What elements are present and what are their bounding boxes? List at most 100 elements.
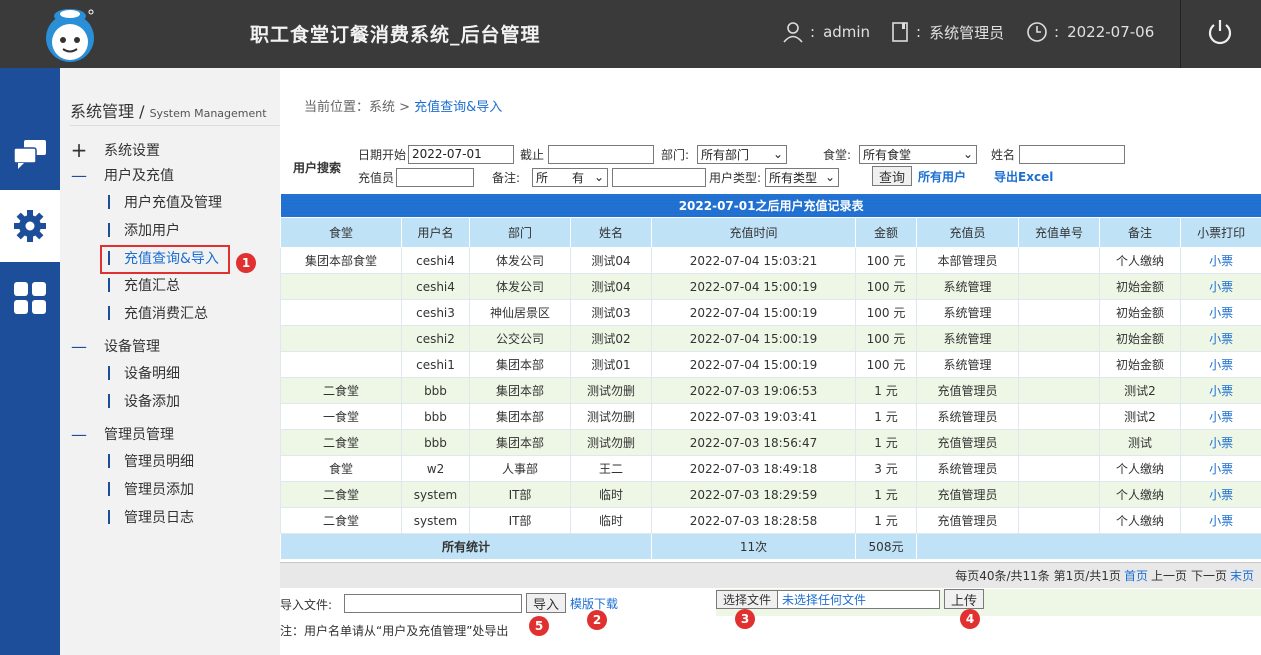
- table-cell: bbb: [401, 403, 470, 430]
- recharge-records-table: 2022-07-01之后用户充值记录表 食堂 用户名 部门 姓名 充值时间 金额 充值员 充值…: [279, 193, 1261, 560]
- table-cell: 神仙居景区: [469, 299, 571, 326]
- upload-button[interactable]: 上传: [944, 589, 985, 609]
- table-cell: 二食堂: [280, 481, 402, 508]
- remark-input[interactable]: [612, 167, 707, 187]
- power-icon[interactable]: [1205, 17, 1235, 47]
- table-cell: 小票: [1179, 403, 1261, 430]
- date-end-input[interactable]: [548, 144, 655, 164]
- summary-cell: [915, 533, 1261, 560]
- breadcrumb: 当前位置：系统 > 充值查询&导入: [304, 96, 502, 115]
- sidebar-group-users-recharge[interactable]: — 用户及充值: [70, 165, 174, 185]
- date-end-field: 截止: [520, 144, 655, 164]
- sidebar-item-admin-add[interactable]: 管理员添加: [108, 479, 194, 499]
- table-cell: 2022-07-03 18:56:47: [651, 429, 856, 456]
- table-cell: 个人缴纳: [1099, 507, 1181, 534]
- print-receipt-link[interactable]: 小票: [1209, 358, 1233, 372]
- query-button[interactable]: 查询: [872, 166, 913, 186]
- pagination: 每页40条/共11条 第1页/共1页 首页 上一页 下一页 末页: [280, 562, 1261, 588]
- print-receipt-link[interactable]: 小票: [1209, 254, 1233, 268]
- role-label: :: [916, 23, 922, 41]
- breadcrumb-current[interactable]: 充值查询&导入: [414, 100, 502, 115]
- name-input[interactable]: [1019, 144, 1126, 164]
- item-bar: [108, 366, 110, 380]
- dept-select[interactable]: 所有部门 ⌄: [697, 144, 788, 164]
- import-actions: 导入 模版下载: [344, 593, 618, 613]
- choose-file-button[interactable]: 选择文件: [716, 589, 779, 609]
- export-excel-link[interactable]: 导出Excel: [994, 168, 1053, 185]
- import-file-input[interactable]: [344, 593, 522, 613]
- rail-apps[interactable]: [0, 262, 60, 334]
- column-header: 用户名: [401, 217, 470, 248]
- search-title: 用户搜索: [293, 161, 342, 175]
- sidebar-item-admin-log[interactable]: 管理员日志: [108, 507, 194, 527]
- sidebar-item-label: 管理员明细: [124, 454, 194, 470]
- prev-page[interactable]: 上一页: [1151, 567, 1187, 584]
- sidebar-item-recharge-manage[interactable]: 用户充值及管理: [108, 192, 222, 212]
- rail-settings[interactable]: [0, 190, 60, 262]
- sidebar-group-devices[interactable]: — 设备管理: [70, 336, 160, 356]
- collapse-icon: —: [71, 165, 87, 185]
- print-receipt-link[interactable]: 小票: [1209, 332, 1233, 346]
- template-download-link[interactable]: 模版下载: [570, 595, 618, 612]
- operator-input[interactable]: [396, 167, 475, 187]
- date-start-input[interactable]: [408, 144, 515, 164]
- gear-icon: [14, 210, 46, 242]
- last-page-link[interactable]: 末页: [1230, 567, 1254, 584]
- sidebar-item-label: 充值汇总: [124, 278, 180, 294]
- sidebar-group-system-settings[interactable]: + 系统设置: [70, 138, 160, 162]
- sidebar-item-device-list[interactable]: 设备明细: [108, 363, 180, 383]
- table-cell: 测试2: [1099, 377, 1181, 404]
- sidebar-group-admins[interactable]: — 管理员管理: [70, 424, 174, 444]
- table-cell: 公交公司: [469, 325, 571, 352]
- table-cell: [280, 273, 402, 300]
- summary-cell: 11次: [651, 533, 856, 560]
- table-cell: 临时: [570, 481, 652, 508]
- print-receipt-link[interactable]: 小票: [1209, 462, 1233, 476]
- import-file-label: 导入文件:: [280, 598, 333, 612]
- item-bar: [108, 482, 110, 496]
- table-cell: [1018, 351, 1100, 378]
- column-header: 部门: [469, 217, 571, 248]
- first-page-link[interactable]: 首页: [1124, 567, 1148, 584]
- print-receipt-link[interactable]: 小票: [1209, 436, 1233, 450]
- current-date: : 2022-07-06: [1026, 20, 1154, 44]
- canteen-select[interactable]: 所有食堂 ⌄: [859, 144, 978, 164]
- annotation-badge: 3: [735, 609, 755, 629]
- sidebar-item-recharge-summary[interactable]: 充值汇总: [108, 275, 180, 295]
- chevron-down-icon: ⌄: [772, 147, 784, 161]
- rail-chat[interactable]: [0, 118, 60, 190]
- grid-icon: [14, 282, 46, 314]
- table-cell: 测试勿删: [570, 377, 652, 404]
- table-cell: 二食堂: [280, 507, 402, 534]
- table-cell: 初始金额: [1099, 351, 1181, 378]
- next-page[interactable]: 下一页: [1191, 567, 1227, 584]
- date-label: :: [1054, 23, 1060, 41]
- table-cell: bbb: [401, 429, 470, 456]
- table-cell: [1018, 325, 1100, 352]
- sidebar-item-consumption-summary[interactable]: 充值消费汇总: [108, 303, 208, 323]
- print-receipt-link[interactable]: 小票: [1209, 306, 1233, 320]
- print-receipt-link[interactable]: 小票: [1209, 384, 1233, 398]
- usertype-select[interactable]: 所有类型 ⌄: [765, 167, 840, 187]
- sidebar-item-device-add[interactable]: 设备添加: [108, 391, 180, 411]
- print-receipt-link[interactable]: 小票: [1209, 488, 1233, 502]
- print-receipt-link[interactable]: 小票: [1209, 514, 1233, 528]
- table-cell: 2022-07-04 15:00:19: [651, 273, 856, 300]
- table-row: 二食堂 bbb 集团本部 测试勿删 2022-07-03 19:06:53 1 元充值管理…: [280, 377, 1261, 404]
- import-button[interactable]: 导入: [526, 593, 567, 613]
- sidebar-item-admin-list[interactable]: 管理员明细: [108, 451, 194, 471]
- table-row: ceshi2 公交公司 测试02 2022-07-04 15:00:19 100 元系统…: [280, 325, 1261, 352]
- table-cell: [1018, 455, 1100, 482]
- remark-select[interactable]: 所 有 ⌄: [532, 167, 609, 187]
- sidebar-item-label: 管理员日志: [124, 510, 194, 526]
- all-users-link[interactable]: 所有用户: [918, 168, 966, 185]
- table-cell: 2022-07-04 15:00:19: [651, 299, 856, 326]
- user-icon: [783, 22, 803, 43]
- table-cell: IT部: [469, 507, 571, 534]
- chevron-down-icon: ⌄: [962, 147, 974, 161]
- print-receipt-link[interactable]: 小票: [1209, 280, 1233, 294]
- import-note: 注：用户名单请从“用户及充值管理”处导出: [280, 624, 509, 638]
- print-receipt-link[interactable]: 小票: [1209, 410, 1233, 424]
- sidebar-item-add-user[interactable]: 添加用户: [108, 220, 180, 240]
- column-header: 小票打印: [1179, 217, 1261, 248]
